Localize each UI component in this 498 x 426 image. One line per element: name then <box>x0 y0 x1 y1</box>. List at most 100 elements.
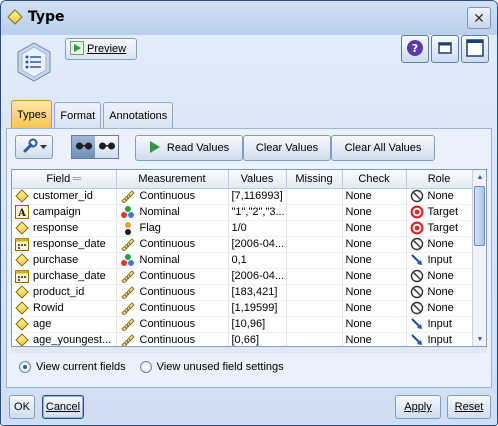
vertical-scrollbar[interactable]: ▲ ▼ <box>472 170 486 346</box>
apply-button[interactable]: Apply <box>395 395 441 419</box>
role-cell[interactable]: None <box>406 284 473 301</box>
role-cell[interactable]: None <box>406 268 473 285</box>
cancel-button[interactable]: Cancel <box>42 395 84 419</box>
table-row[interactable]: age Continuous [10,96] None Input <box>12 316 473 333</box>
title-bar[interactable]: Type ✕ <box>1 1 497 35</box>
column-header-check[interactable]: Check <box>342 170 407 189</box>
tools-dropdown[interactable] <box>15 135 53 159</box>
table-row[interactable]: product_id Continuous [183,421] None None <box>12 284 473 301</box>
scroll-up-icon[interactable]: ▲ <box>473 170 486 184</box>
clear-values-button[interactable]: Clear Values <box>243 135 331 161</box>
missing-cell[interactable] <box>286 284 343 301</box>
measurement-cell[interactable]: Continuous <box>116 268 229 285</box>
check-cell[interactable]: None <box>342 268 407 285</box>
table-row[interactable]: customer_id Continuous [7,116993] None None <box>12 188 473 205</box>
check-cell[interactable]: None <box>342 316 407 333</box>
view-current-fields-radio[interactable]: View current fields <box>19 361 126 373</box>
table-row[interactable]: age_youngest... Continuous [0,66] None Input <box>12 332 473 346</box>
values-cell[interactable]: [7,116993] <box>228 188 287 205</box>
role-cell[interactable]: None <box>406 188 473 205</box>
field-cell[interactable]: Rowid <box>12 300 117 317</box>
read-values-button[interactable]: Read Values <box>135 135 243 161</box>
measurement-cell[interactable]: Continuous <box>116 236 229 253</box>
field-cell[interactable]: product_id <box>12 284 117 301</box>
role-cell[interactable]: Input <box>406 332 473 346</box>
missing-cell[interactable] <box>286 268 343 285</box>
values-cell[interactable]: [183,421] <box>228 284 287 301</box>
table-row[interactable]: response_date Continuous [2006-04... None No… <box>12 236 473 253</box>
values-cell[interactable]: [2006-04... <box>228 236 287 253</box>
table-row[interactable]: purchase Nominal 0,1 None Input <box>12 252 473 269</box>
role-cell[interactable]: None <box>406 236 473 253</box>
clear-all-values-button[interactable]: Clear All Values <box>331 135 435 161</box>
missing-cell[interactable] <box>286 300 343 317</box>
field-cell[interactable]: response <box>12 220 117 237</box>
column-header-values[interactable]: Values <box>228 170 287 189</box>
values-cell[interactable]: 1/0 <box>228 220 287 237</box>
minimize-button[interactable] <box>431 35 459 63</box>
missing-cell[interactable] <box>286 188 343 205</box>
ok-button[interactable]: OK <box>9 395 35 419</box>
check-cell[interactable]: None <box>342 204 407 221</box>
scroll-thumb[interactable] <box>474 186 485 246</box>
reset-button[interactable]: Reset <box>447 395 491 419</box>
horizontal-scrollbar[interactable] <box>11 347 487 353</box>
role-cell[interactable]: Target <box>406 220 473 237</box>
values-cell[interactable]: [10,96] <box>228 316 287 333</box>
field-cell[interactable]: Acampaign <box>12 204 117 221</box>
measurement-cell[interactable]: Flag <box>116 220 229 237</box>
values-cell[interactable]: [1,19599] <box>228 300 287 317</box>
tab-types[interactable]: Types <box>11 100 53 128</box>
field-cell[interactable]: response_date <box>12 236 117 253</box>
column-header-role[interactable]: Role <box>406 170 473 189</box>
tab-format[interactable]: Format <box>54 102 102 128</box>
role-cell[interactable]: Input <box>406 252 473 269</box>
check-cell[interactable]: None <box>342 220 407 237</box>
field-cell[interactable]: purchase <box>12 252 117 269</box>
close-button[interactable]: ✕ <box>467 7 491 29</box>
field-cell[interactable]: purchase_date <box>12 268 117 285</box>
measurement-cell[interactable]: Continuous <box>116 188 229 205</box>
role-cell[interactable]: None <box>406 300 473 317</box>
role-cell[interactable]: Target <box>406 204 473 221</box>
check-cell[interactable]: None <box>342 236 407 253</box>
missing-cell[interactable] <box>286 332 343 346</box>
column-header-field[interactable]: Field ═ <box>12 170 117 189</box>
missing-cell[interactable] <box>286 316 343 333</box>
values-cell[interactable]: "1","2","3... <box>228 204 287 221</box>
check-cell[interactable]: None <box>342 284 407 301</box>
values-cell[interactable]: 0,1 <box>228 252 287 269</box>
table-row[interactable]: purchase_date Continuous [2006-04... None No… <box>12 268 473 285</box>
scroll-down-icon[interactable]: ▼ <box>473 332 486 346</box>
role-cell[interactable]: Input <box>406 316 473 333</box>
measurement-cell[interactable]: Continuous <box>116 316 229 333</box>
values-cell[interactable]: [0,66] <box>228 332 287 346</box>
field-cell[interactable]: age <box>12 316 117 333</box>
preview-button[interactable]: Preview <box>65 38 137 60</box>
view-unused-fields-radio[interactable]: View unused field settings <box>139 361 284 373</box>
missing-cell[interactable] <box>286 252 343 269</box>
help-button[interactable]: ? <box>401 35 429 63</box>
maximize-button[interactable] <box>461 35 489 63</box>
values-cell[interactable]: [2006-04... <box>228 268 287 285</box>
check-cell[interactable]: None <box>342 300 407 317</box>
check-cell[interactable]: None <box>342 332 407 346</box>
measurement-cell[interactable]: Continuous <box>116 284 229 301</box>
measurement-cell[interactable]: Continuous <box>116 300 229 317</box>
measurement-cell[interactable]: Nominal <box>116 204 229 221</box>
missing-cell[interactable] <box>286 236 343 253</box>
field-cell[interactable]: age_youngest... <box>12 332 117 346</box>
check-cell[interactable]: None <box>342 252 407 269</box>
tab-annotations[interactable]: Annotations <box>103 102 174 128</box>
measurement-cell[interactable]: Nominal <box>116 252 229 269</box>
measurement-cell[interactable]: Continuous <box>116 332 229 346</box>
check-cell[interactable]: None <box>342 188 407 205</box>
table-row[interactable]: response Flag 1/0 None Target <box>12 220 473 237</box>
glasses-toggle-off[interactable] <box>95 136 118 158</box>
missing-cell[interactable] <box>286 220 343 237</box>
glasses-toggle-on[interactable] <box>72 136 95 158</box>
table-row[interactable]: Rowid Continuous [1,19599] None None <box>12 300 473 317</box>
column-header-missing[interactable]: Missing <box>286 170 343 189</box>
column-header-measurement[interactable]: Measurement <box>116 170 229 189</box>
field-cell[interactable]: customer_id <box>12 188 117 205</box>
